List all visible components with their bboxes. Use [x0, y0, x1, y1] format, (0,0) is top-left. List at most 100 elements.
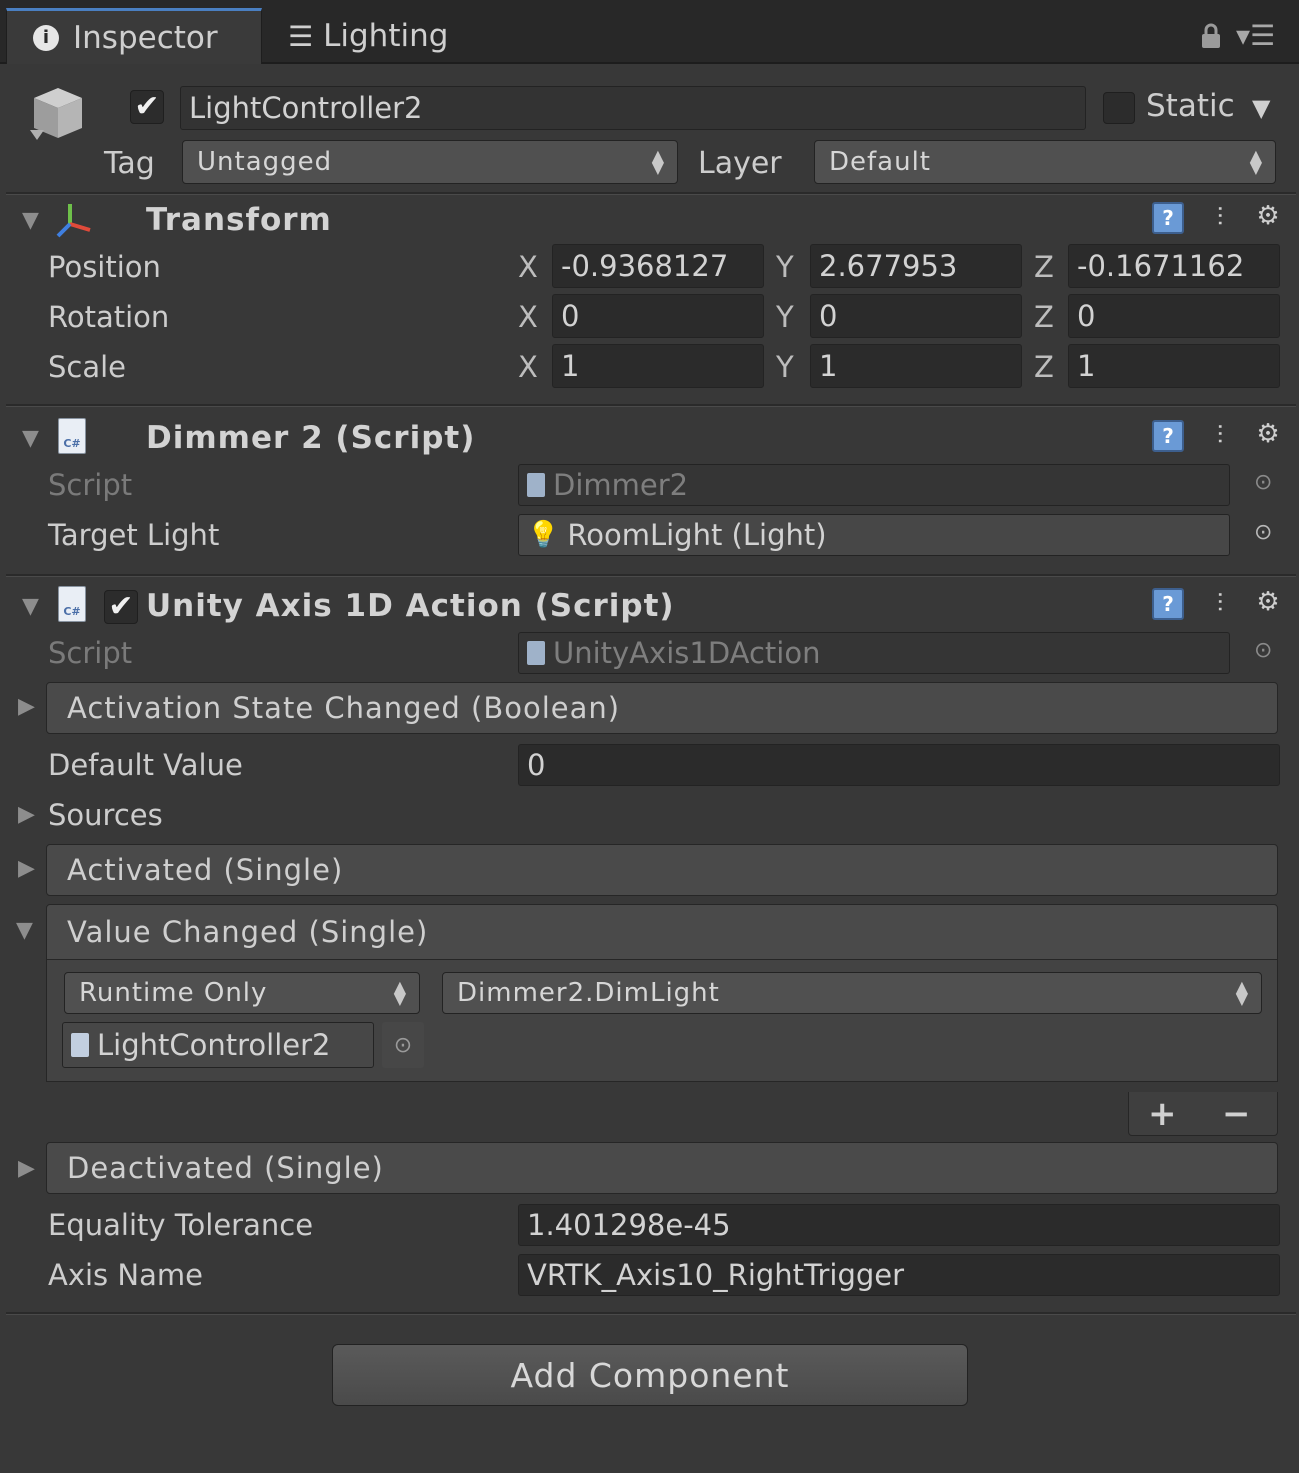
- axis-action-foldout-arrow-icon[interactable]: ▼: [22, 594, 39, 619]
- scale-x-field[interactable]: 1: [552, 344, 764, 388]
- axis-script-value: UnityAxis1DAction: [553, 636, 821, 670]
- info-icon: i: [33, 24, 59, 51]
- activation-event-label: Activation State Changed (Boolean): [67, 691, 621, 725]
- object-picker-icon[interactable]: ⊙: [382, 1022, 424, 1068]
- axis-script-field: UnityAxis1DAction: [518, 632, 1230, 674]
- value-changed-event[interactable]: Value Changed (Single): [46, 904, 1278, 960]
- layer-label: Layer: [698, 146, 782, 181]
- gameobject-cube-icon: [28, 84, 88, 148]
- deactivated-event-foldout-icon[interactable]: ▶: [18, 1156, 35, 1181]
- axis-z-label: Z: [1034, 300, 1054, 334]
- activation-event-foldout-icon[interactable]: ▶: [18, 694, 35, 719]
- script-file-icon: [527, 473, 545, 497]
- rotation-y-field[interactable]: 0: [810, 294, 1022, 338]
- gear-icon[interactable]: ⚙: [1250, 416, 1286, 452]
- gameobject-active-checkbox[interactable]: ✔: [130, 90, 164, 124]
- gear-icon[interactable]: ⚙: [1250, 584, 1286, 620]
- activated-event[interactable]: Activated (Single): [46, 844, 1278, 896]
- dimmer-script-value: Dimmer2: [553, 468, 689, 502]
- script-file-icon: [527, 641, 545, 665]
- preset-sliders-icon[interactable]: ⫶: [1202, 418, 1238, 454]
- listener-target-object-field[interactable]: LightController2: [62, 1022, 374, 1068]
- updown-arrow-icon: ▲ ▼: [1235, 977, 1249, 1008]
- lock-icon[interactable]: [1198, 22, 1224, 50]
- default-value-label: Default Value: [48, 748, 243, 782]
- target-light-field[interactable]: 💡 RoomLight (Light): [518, 514, 1230, 556]
- transform-axes-icon: [54, 200, 94, 240]
- static-checkbox[interactable]: [1103, 92, 1135, 124]
- updown-arrow-icon: ▲ ▼: [393, 977, 407, 1008]
- scale-z-field[interactable]: 1: [1068, 344, 1280, 388]
- tag-dropdown[interactable]: Untagged ▲ ▼: [182, 140, 678, 184]
- axis-y-label: Y: [776, 350, 794, 384]
- axis-y-label: Y: [776, 250, 794, 284]
- help-icon[interactable]: ?: [1152, 202, 1184, 234]
- tab-lighting[interactable]: ☰ Lighting: [288, 8, 488, 64]
- dimmer-foldout-arrow-icon[interactable]: ▼: [22, 426, 39, 451]
- value-changed-foldout-icon[interactable]: ▼: [16, 918, 33, 943]
- tag-label: Tag: [104, 146, 155, 181]
- script-file-icon: [71, 1033, 89, 1057]
- csharp-script-icon: C#: [58, 418, 86, 454]
- preset-sliders-icon[interactable]: ⫶: [1202, 200, 1238, 236]
- object-picker-icon: ⊙: [1254, 638, 1273, 663]
- scale-y-field[interactable]: 1: [810, 344, 1022, 388]
- rotation-label: Rotation: [48, 300, 170, 334]
- function-dropdown[interactable]: Dimmer2.DimLight ▲ ▼: [442, 972, 1262, 1014]
- axis-name-field[interactable]: VRTK_Axis10_RightTrigger: [518, 1254, 1280, 1296]
- gear-icon[interactable]: ⚙: [1250, 198, 1286, 234]
- default-value-field[interactable]: 0: [518, 744, 1280, 786]
- help-icon[interactable]: ?: [1152, 420, 1184, 452]
- updown-arrow-icon: ▲ ▼: [651, 146, 665, 177]
- runtime-mode-dropdown[interactable]: Runtime Only ▲ ▼: [64, 972, 420, 1014]
- static-dropdown-arrow-icon[interactable]: ▼: [1252, 94, 1270, 122]
- deactivated-event[interactable]: Deactivated (Single): [46, 1142, 1278, 1194]
- axis-action-enabled-checkbox[interactable]: ✔: [104, 590, 138, 624]
- csharp-script-icon: C#: [58, 586, 86, 622]
- object-picker-icon[interactable]: ⊙: [1254, 520, 1272, 545]
- lightbulb-icon: 💡: [527, 520, 560, 550]
- position-z-field[interactable]: -0.1671162: [1068, 244, 1280, 288]
- tab-inspector[interactable]: i Inspector: [6, 8, 262, 64]
- separator: [6, 1312, 1296, 1315]
- scale-label: Scale: [48, 350, 127, 384]
- target-light-value: RoomLight (Light): [567, 518, 827, 552]
- position-x-field[interactable]: -0.9368127: [552, 244, 764, 288]
- tab-lighting-label: Lighting: [323, 18, 449, 54]
- add-component-button[interactable]: Add Component: [332, 1344, 968, 1406]
- rotation-z-field[interactable]: 0: [1068, 294, 1280, 338]
- sliders-icon: ☰: [288, 19, 314, 53]
- remove-listener-button[interactable]: −: [1222, 1094, 1251, 1134]
- activation-state-changed-event[interactable]: Activation State Changed (Boolean): [46, 682, 1278, 734]
- equality-tolerance-field[interactable]: 1.401298e-45: [518, 1204, 1280, 1246]
- transform-foldout-arrow-icon[interactable]: ▼: [22, 208, 39, 233]
- help-icon[interactable]: ?: [1152, 588, 1184, 620]
- preset-sliders-icon[interactable]: ⫶: [1202, 586, 1238, 622]
- axis-x-label: X: [518, 300, 538, 334]
- axis-name-label: Axis Name: [48, 1258, 203, 1292]
- tab-menu-icon[interactable]: ▾☰: [1236, 22, 1280, 50]
- target-light-label: Target Light: [48, 518, 220, 552]
- listener-target-object-value: LightController2: [97, 1028, 331, 1062]
- axis-script-label: Script: [48, 636, 133, 670]
- gameobject-name-field[interactable]: LightController2: [180, 86, 1086, 130]
- function-value: Dimmer2.DimLight: [457, 978, 720, 1008]
- object-picker-icon: ⊙: [1254, 470, 1273, 495]
- deactivated-event-label: Deactivated (Single): [67, 1151, 384, 1185]
- layer-dropdown[interactable]: Default ▲ ▼: [814, 140, 1276, 184]
- dimmer-title: Dimmer 2 (Script): [146, 420, 476, 456]
- rotation-x-field[interactable]: 0: [552, 294, 764, 338]
- separator: [6, 404, 1296, 407]
- activated-event-foldout-icon[interactable]: ▶: [18, 856, 35, 881]
- separator: [6, 192, 1296, 195]
- activated-event-label: Activated (Single): [67, 853, 344, 887]
- axis-y-label: Y: [776, 300, 794, 334]
- position-y-field[interactable]: 2.677953: [810, 244, 1022, 288]
- add-listener-button[interactable]: +: [1148, 1094, 1177, 1134]
- sources-foldout-icon[interactable]: ▶: [18, 802, 35, 827]
- sources-label[interactable]: Sources: [48, 798, 163, 832]
- position-label: Position: [48, 250, 161, 284]
- updown-arrow-icon: ▲ ▼: [1249, 146, 1263, 177]
- value-changed-event-label: Value Changed (Single): [67, 915, 429, 949]
- separator: [6, 574, 1296, 577]
